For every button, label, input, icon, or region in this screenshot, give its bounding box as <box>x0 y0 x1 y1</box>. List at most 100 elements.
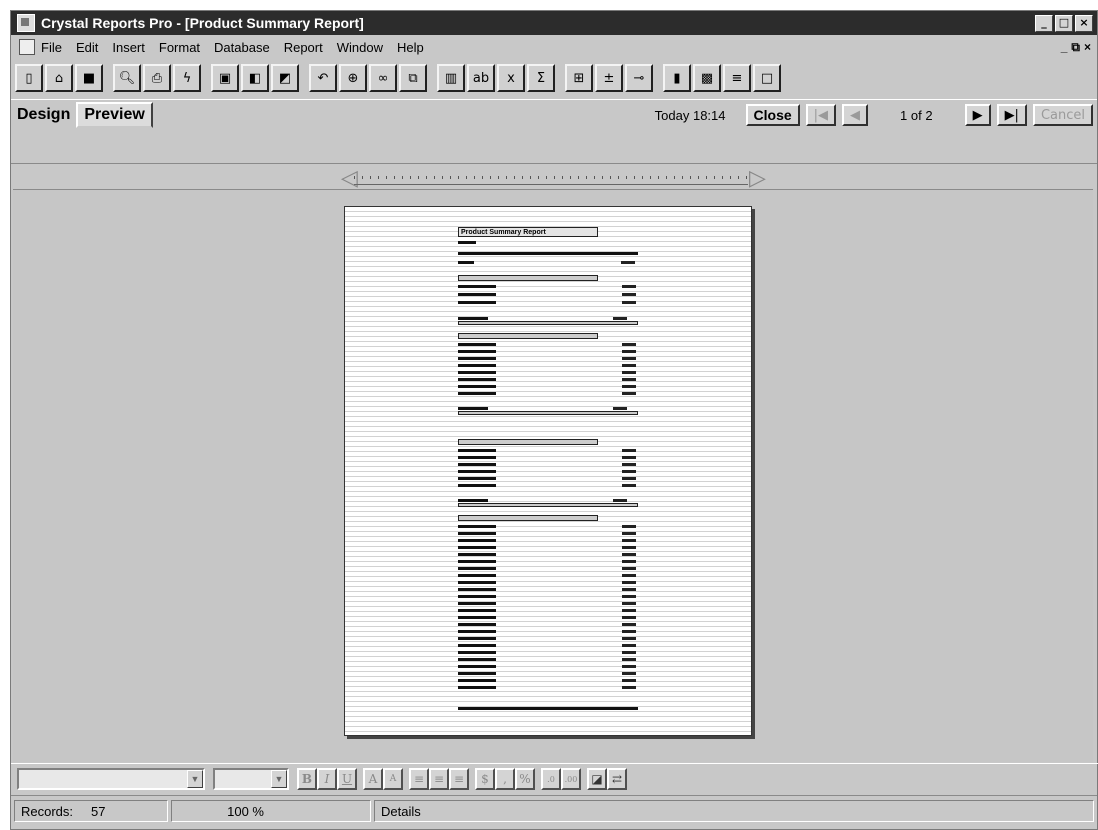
detail-row-value <box>622 463 636 466</box>
tab-design[interactable]: Design <box>11 104 76 126</box>
box-icon[interactable]: □ <box>753 64 781 92</box>
field-icon[interactable]: ◧ <box>241 64 269 92</box>
menu-file[interactable]: File <box>41 40 62 55</box>
font-grow-icon[interactable]: A <box>363 768 383 790</box>
picture-icon[interactable]: ▩ <box>693 64 721 92</box>
group-icon[interactable]: ⊞ <box>565 64 593 92</box>
bold-icon[interactable]: B <box>297 768 317 790</box>
app-icon <box>17 14 35 32</box>
find-icon[interactable]: ∞ <box>369 64 397 92</box>
formula-x-icon[interactable]: x <box>497 64 525 92</box>
menu-format[interactable]: Format <box>159 40 200 55</box>
save-icon[interactable]: ■ <box>75 64 103 92</box>
detail-row-value <box>622 285 636 288</box>
export-icon[interactable]: ϟ <box>173 64 201 92</box>
detail-row-label <box>458 477 496 480</box>
previous-page-icon[interactable]: ◀ <box>842 104 869 126</box>
italic-icon[interactable]: I <box>317 768 337 790</box>
close-preview-button[interactable]: Close <box>745 104 800 126</box>
mdi-close-button[interactable]: × <box>1084 40 1091 55</box>
font-size-combo[interactable]: ▼ <box>213 768 289 790</box>
detail-row-label <box>458 672 496 675</box>
sum-icon[interactable]: Σ <box>527 64 555 92</box>
insert-group-icon[interactable]: ⇄ <box>607 768 627 790</box>
report-page: Product Summary Report <box>344 206 752 736</box>
percent-icon[interactable]: % <box>515 768 535 790</box>
print-preview-icon[interactable]: 🔍︎ <box>113 64 141 92</box>
mdi-minimize-button[interactable]: _ <box>1061 40 1068 55</box>
detail-row-value <box>622 665 636 668</box>
report-title: Product Summary Report <box>458 227 598 237</box>
formula-icon[interactable]: ◩ <box>271 64 299 92</box>
menu-insert[interactable]: Insert <box>112 40 145 55</box>
detail-row-label <box>458 463 496 466</box>
maximize-button[interactable]: □ <box>1055 14 1073 32</box>
chart-icon[interactable]: ▮ <box>663 64 691 92</box>
detail-row-label <box>458 567 496 570</box>
group-summary-value <box>613 407 627 410</box>
detail-row-value <box>622 609 636 612</box>
menu-edit[interactable]: Edit <box>76 40 98 55</box>
increase-decimal-icon[interactable]: .0 <box>541 768 561 790</box>
open-icon[interactable]: ⌂ <box>45 64 73 92</box>
format-toolbar: ▼ ▼ B I U A A ≡ ≡ ≡ $ , % .0 .00 ◪ ⇄ <box>11 763 1098 794</box>
group-summary-bar <box>458 503 638 507</box>
detail-row-label <box>458 357 496 360</box>
align-center-icon[interactable]: ≡ <box>429 768 449 790</box>
detail-row-label <box>458 532 496 535</box>
detail-row-label <box>458 301 496 304</box>
detail-row-value <box>622 644 636 647</box>
font-name-combo[interactable]: ▼ <box>17 768 205 790</box>
detail-row-label <box>458 679 496 682</box>
close-window-button[interactable]: × <box>1075 14 1093 32</box>
lines-icon[interactable]: ≡ <box>723 64 751 92</box>
print-icon[interactable]: ⎙ <box>143 64 171 92</box>
detail-row-value <box>622 385 636 388</box>
undo-icon[interactable]: ↶ <box>309 64 337 92</box>
detail-row-label <box>458 602 496 605</box>
menu-report[interactable]: Report <box>284 40 323 55</box>
align-right-icon[interactable]: ≡ <box>449 768 469 790</box>
grid-icon[interactable]: ▥ <box>437 64 465 92</box>
detail-row-label <box>458 560 496 563</box>
sort-icon[interactable]: ± <box>595 64 623 92</box>
menu-bar: File Edit Insert Format Database Report … <box>11 35 1097 59</box>
window-icon[interactable]: ⧉ <box>399 64 427 92</box>
first-page-icon[interactable]: |◀ <box>805 104 837 126</box>
detail-row-value <box>622 525 636 528</box>
group-header-bar <box>458 515 598 521</box>
font-shrink-icon[interactable]: A <box>383 768 403 790</box>
group-summary-label <box>458 317 488 320</box>
underline-icon[interactable]: U <box>337 768 357 790</box>
cancel-button[interactable]: Cancel <box>1032 104 1093 126</box>
report-rule <box>458 252 638 255</box>
mdi-restore-button[interactable]: ⧉ <box>1071 40 1080 55</box>
comma-icon[interactable]: , <box>495 768 515 790</box>
chevron-down-icon[interactable]: ▼ <box>187 770 203 788</box>
detail-row-label <box>458 637 496 640</box>
link-icon[interactable]: ⊸ <box>625 64 653 92</box>
next-page-icon[interactable]: ▶ <box>964 104 991 126</box>
group-summary-value <box>613 499 627 502</box>
detail-row-label <box>458 595 496 598</box>
new-icon[interactable]: ▯ <box>15 64 43 92</box>
zoom-icon[interactable]: ⊕ <box>339 64 367 92</box>
menu-window[interactable]: Window <box>337 40 383 55</box>
preview-workspace[interactable]: Product Summary Report <box>13 189 1093 762</box>
insert-field-icon[interactable]: ◪ <box>587 768 607 790</box>
menu-help[interactable]: Help <box>397 40 424 55</box>
document-icon[interactable] <box>19 39 35 55</box>
section-name: Details <box>381 803 421 819</box>
menu-database[interactable]: Database <box>214 40 270 55</box>
currency-icon[interactable]: $ <box>475 768 495 790</box>
decrease-decimal-icon[interactable]: .00 <box>561 768 581 790</box>
group-header-bar <box>458 333 598 339</box>
text-field-icon[interactable]: ab <box>467 64 495 92</box>
group-header-bar <box>458 439 598 445</box>
tab-preview[interactable]: Preview <box>76 102 153 128</box>
minimize-button[interactable]: _ <box>1035 14 1053 32</box>
chevron-down-icon[interactable]: ▼ <box>271 770 287 788</box>
camera-icon[interactable]: ▣ <box>211 64 239 92</box>
align-left-icon[interactable]: ≡ <box>409 768 429 790</box>
last-page-icon[interactable]: ▶| <box>996 104 1027 126</box>
